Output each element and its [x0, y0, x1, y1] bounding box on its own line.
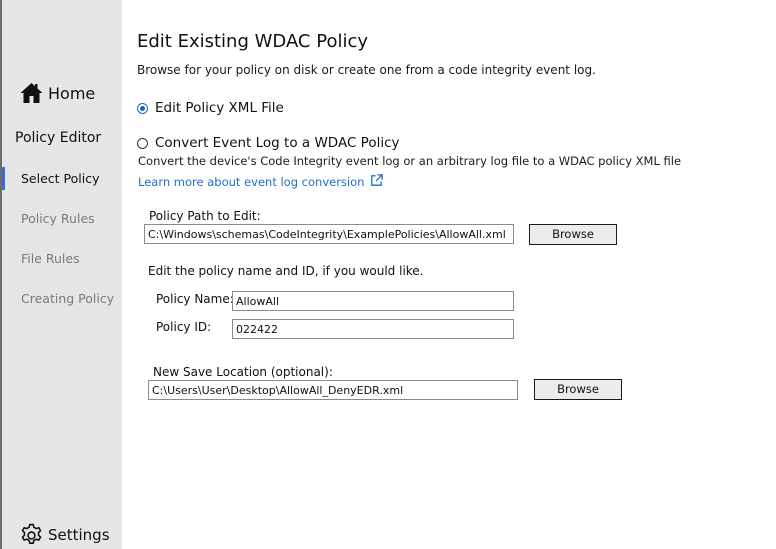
- sidebar-item-file-rules[interactable]: File Rules: [21, 251, 80, 266]
- settings-button[interactable]: Settings: [19, 522, 110, 548]
- policy-path-label: Policy Path to Edit:: [149, 209, 261, 223]
- learn-more-link[interactable]: Learn more about event log conversion: [138, 173, 384, 191]
- home-button[interactable]: Home: [19, 80, 95, 106]
- policy-editor-heading: Policy Editor: [15, 130, 102, 146]
- sidebar-item-select-policy[interactable]: Select Policy: [21, 171, 100, 186]
- policy-path-browse-button[interactable]: Browse: [529, 224, 617, 245]
- convert-description: Convert the device's Code Integrity even…: [138, 154, 682, 168]
- sidebar-item-creating-policy[interactable]: Creating Policy: [21, 291, 114, 306]
- settings-label: Settings: [48, 526, 110, 544]
- edit-prompt: Edit the policy name and ID, if you woul…: [148, 264, 424, 278]
- gear-icon: [19, 523, 44, 548]
- convert-event-log-option[interactable]: Convert Event Log to a WDAC Policy: [137, 135, 400, 151]
- sidebar: Home Policy Editor Select Policy Policy …: [0, 0, 122, 549]
- edit-policy-xml-option[interactable]: Edit Policy XML File: [137, 100, 284, 116]
- edit-policy-xml-label: Edit Policy XML File: [155, 100, 284, 116]
- learn-more-link-text: Learn more about event log conversion: [138, 175, 365, 189]
- policy-name-input[interactable]: [232, 291, 514, 311]
- policy-path-input[interactable]: [144, 224, 514, 244]
- save-location-input[interactable]: [148, 380, 518, 400]
- active-indicator: [2, 167, 5, 190]
- convert-event-log-label: Convert Event Log to a WDAC Policy: [155, 135, 400, 151]
- main-panel: Edit Existing WDAC Policy Browse for you…: [122, 0, 776, 549]
- sidebar-item-policy-rules[interactable]: Policy Rules: [21, 211, 95, 226]
- home-icon: [19, 82, 44, 104]
- edit-policy-xml-radio[interactable]: [137, 102, 148, 114]
- policy-name-label: Policy Name:: [156, 292, 234, 306]
- page-title: Edit Existing WDAC Policy: [137, 31, 369, 52]
- policy-id-label: Policy ID:: [156, 320, 212, 334]
- external-link-icon: [364, 173, 384, 191]
- home-label: Home: [48, 83, 96, 103]
- policy-id-input[interactable]: [232, 319, 514, 339]
- save-location-browse-button[interactable]: Browse: [534, 379, 622, 400]
- page-subtitle: Browse for your policy on disk or create…: [137, 63, 596, 77]
- convert-event-log-radio[interactable]: [137, 137, 148, 149]
- save-location-label: New Save Location (optional):: [153, 365, 333, 379]
